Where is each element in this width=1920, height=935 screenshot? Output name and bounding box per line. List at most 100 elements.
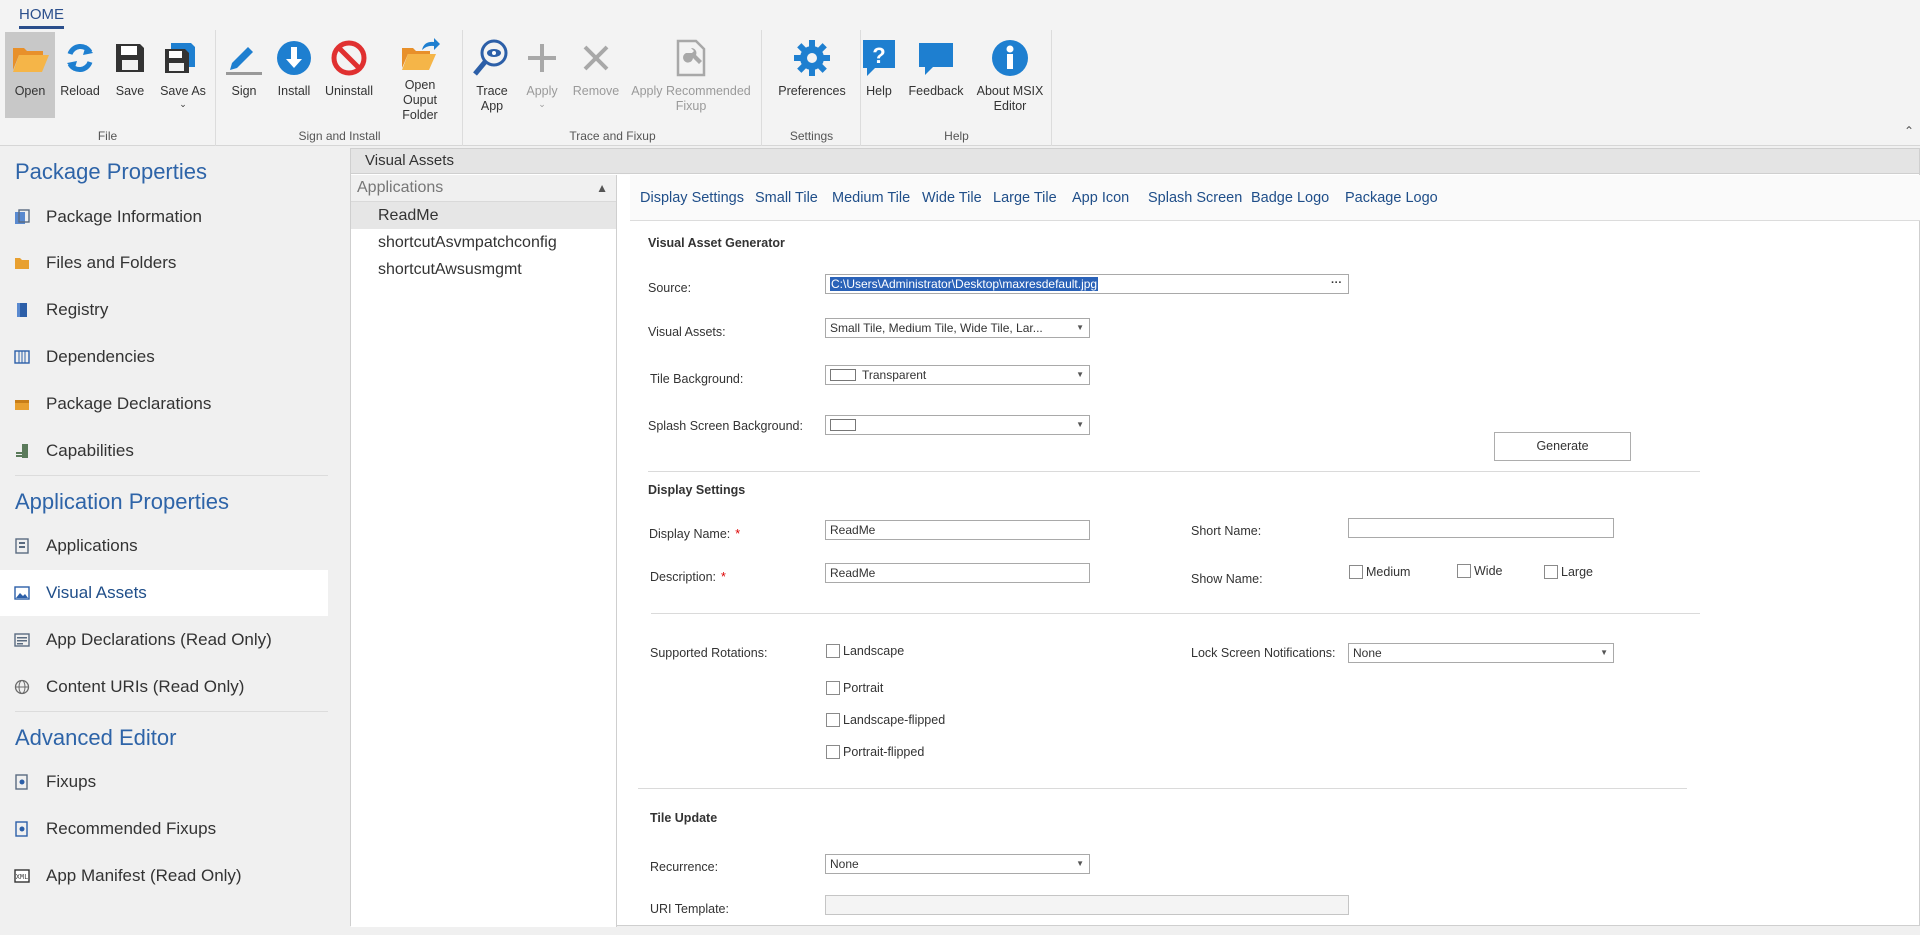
group-label-settings: Settings bbox=[789, 129, 834, 143]
package-info-icon bbox=[14, 209, 30, 225]
tab-splash-screen[interactable]: Splash Screen bbox=[1148, 175, 1242, 221]
help-button[interactable]: ? Help bbox=[862, 32, 896, 118]
supported-rotations-label: Supported Rotations: bbox=[650, 646, 768, 660]
tab-medium-tile[interactable]: Medium Tile bbox=[832, 175, 910, 221]
display-name-label: Display Name: * bbox=[649, 527, 741, 541]
pen-sign-icon bbox=[224, 38, 264, 78]
ribbon-group-file: Open Reload Save Save As ⌄ File bbox=[0, 30, 216, 146]
svg-text:XML: XML bbox=[16, 874, 29, 882]
list-item[interactable]: ReadMe bbox=[351, 202, 616, 229]
tile-background-dropdown[interactable]: Transparent ▼ bbox=[825, 365, 1090, 385]
apply-button[interactable]: Apply ⌄ bbox=[521, 32, 563, 118]
dependencies-icon bbox=[14, 349, 30, 365]
document-wrench-icon bbox=[671, 38, 711, 78]
rotation-landscape-checkbox[interactable]: Landscape bbox=[826, 644, 904, 658]
about-button[interactable]: About MSIX Editor bbox=[970, 32, 1050, 118]
save-as-icon bbox=[163, 38, 203, 78]
preferences-button[interactable]: Preferences bbox=[769, 32, 855, 118]
sidebar-item-app-declarations[interactable]: App Declarations (Read Only) bbox=[0, 617, 328, 663]
rotation-portrait-flipped-checkbox[interactable]: Portrait-flipped bbox=[826, 745, 924, 759]
rotation-portrait-checkbox[interactable]: Portrait bbox=[826, 681, 883, 695]
sort-ascending-icon: ▲ bbox=[596, 181, 608, 195]
sidebar-item-content-uris[interactable]: Content URIs (Read Only) bbox=[0, 664, 328, 710]
visual-assets-dropdown[interactable]: Small Tile, Medium Tile, Wide Tile, Lar.… bbox=[825, 318, 1090, 338]
color-swatch bbox=[830, 369, 856, 381]
sidebar-item-applications[interactable]: Applications bbox=[0, 523, 328, 569]
browse-ellipsis-icon[interactable]: ··· bbox=[1331, 275, 1342, 292]
applications-list-header[interactable]: Applications ▲ bbox=[351, 175, 616, 202]
gear-icon bbox=[792, 38, 832, 78]
package-box-icon bbox=[14, 396, 30, 412]
splash-background-dropdown[interactable]: ▼ bbox=[825, 415, 1090, 435]
sidebar-item-package-information[interactable]: Package Information bbox=[0, 194, 328, 240]
sidebar-item-recommended-fixups[interactable]: Recommended Fixups bbox=[0, 806, 328, 852]
remove-button[interactable]: Remove bbox=[571, 32, 621, 118]
tab-home[interactable]: HOME bbox=[19, 6, 64, 29]
divider bbox=[648, 471, 1700, 472]
divider bbox=[15, 475, 328, 476]
download-circle-icon bbox=[274, 38, 314, 78]
info-icon bbox=[990, 38, 1030, 78]
fixup-icon bbox=[14, 774, 30, 790]
save-as-button[interactable]: Save As ⌄ bbox=[155, 32, 211, 118]
install-button[interactable]: Install bbox=[272, 32, 316, 118]
section-application-properties: Application Properties bbox=[15, 489, 230, 514]
source-input[interactable]: C:\Users\Administrator\Desktop\maxresdef… bbox=[825, 274, 1349, 294]
group-label-sign-install: Sign and Install bbox=[298, 129, 381, 143]
recurrence-dropdown[interactable]: None ▼ bbox=[825, 854, 1090, 874]
tab-badge-logo[interactable]: Badge Logo bbox=[1251, 175, 1329, 221]
sidebar-item-dependencies[interactable]: Dependencies bbox=[0, 334, 328, 380]
tab-wide-tile[interactable]: Wide Tile bbox=[922, 175, 982, 221]
open-button[interactable]: Open bbox=[5, 32, 55, 118]
tab-large-tile[interactable]: Large Tile bbox=[993, 175, 1057, 221]
lock-screen-notifications-label: Lock Screen Notifications: bbox=[1191, 646, 1336, 660]
apply-recommended-fixup-button[interactable]: Apply Recommended Fixup bbox=[628, 32, 754, 118]
short-name-input[interactable] bbox=[1348, 518, 1614, 538]
show-name-large-checkbox[interactable]: Large bbox=[1544, 565, 1593, 579]
list-item[interactable]: shortcutAsvmpatchconfig bbox=[351, 229, 616, 256]
description-label: Description: * bbox=[650, 570, 726, 584]
save-button[interactable]: Save bbox=[107, 32, 153, 118]
color-swatch bbox=[830, 419, 856, 431]
sidebar-item-registry[interactable]: Registry bbox=[0, 287, 328, 333]
sidebar-item-package-declarations[interactable]: Package Declarations bbox=[0, 381, 328, 427]
lock-screen-notifications-dropdown[interactable]: None ▼ bbox=[1348, 643, 1614, 663]
chevron-down-icon: ⌄ bbox=[179, 99, 187, 109]
collapse-ribbon-icon[interactable]: ⌃ bbox=[1904, 124, 1914, 138]
uninstall-button[interactable]: Uninstall bbox=[321, 32, 377, 118]
sidebar-item-visual-assets[interactable]: Visual Assets bbox=[0, 570, 328, 616]
visual-assets-label: Visual Assets: bbox=[648, 325, 726, 339]
tab-package-logo[interactable]: Package Logo bbox=[1345, 175, 1438, 221]
reload-button[interactable]: Reload bbox=[57, 32, 103, 118]
sidebar-item-capabilities[interactable]: Capabilities bbox=[0, 428, 328, 474]
tab-small-tile[interactable]: Small Tile bbox=[755, 175, 818, 221]
list-item[interactable]: shortcutAwsusmgmt bbox=[351, 256, 616, 283]
sidebar-item-fixups[interactable]: Fixups bbox=[0, 759, 328, 805]
description-input[interactable]: ReadMe bbox=[825, 563, 1090, 583]
required-marker: * bbox=[735, 527, 741, 541]
sidebar-item-app-manifest[interactable]: XML App Manifest (Read Only) bbox=[0, 853, 328, 899]
sidebar-item-files-and-folders[interactable]: Files and Folders bbox=[0, 240, 328, 286]
group-label-trace-fixup: Trace and Fixup bbox=[569, 129, 656, 143]
declarations-icon bbox=[14, 632, 30, 648]
trace-app-button[interactable]: Trace App bbox=[472, 32, 512, 118]
registry-book-icon bbox=[14, 302, 30, 318]
show-name-wide-checkbox[interactable]: Wide bbox=[1457, 564, 1502, 578]
magnifier-eye-icon bbox=[472, 38, 512, 78]
sign-button[interactable]: Sign bbox=[224, 32, 264, 118]
folder-icon bbox=[14, 255, 30, 271]
open-output-folder-button[interactable]: Open Ouput Folder bbox=[382, 32, 458, 122]
rotation-landscape-flipped-checkbox[interactable]: Landscape-flipped bbox=[826, 713, 945, 727]
show-name-medium-checkbox[interactable]: Medium bbox=[1349, 565, 1410, 579]
uri-template-input[interactable] bbox=[825, 895, 1349, 915]
ribbon-group-trace-fixup: Trace App Apply ⌄ Remove Apply Recommend… bbox=[464, 30, 762, 146]
display-name-input[interactable]: ReadMe bbox=[825, 520, 1090, 540]
feedback-button[interactable]: Feedback bbox=[906, 32, 966, 118]
capabilities-icon bbox=[14, 443, 30, 459]
tab-display-settings[interactable]: Display Settings bbox=[640, 175, 744, 221]
chevron-down-icon: ▼ bbox=[1076, 323, 1084, 332]
tab-app-icon[interactable]: App Icon bbox=[1072, 175, 1129, 221]
ribbon-group-settings: Preferences Settings bbox=[763, 30, 861, 146]
generate-button[interactable]: Generate bbox=[1494, 432, 1631, 461]
prohibited-icon bbox=[329, 38, 369, 78]
